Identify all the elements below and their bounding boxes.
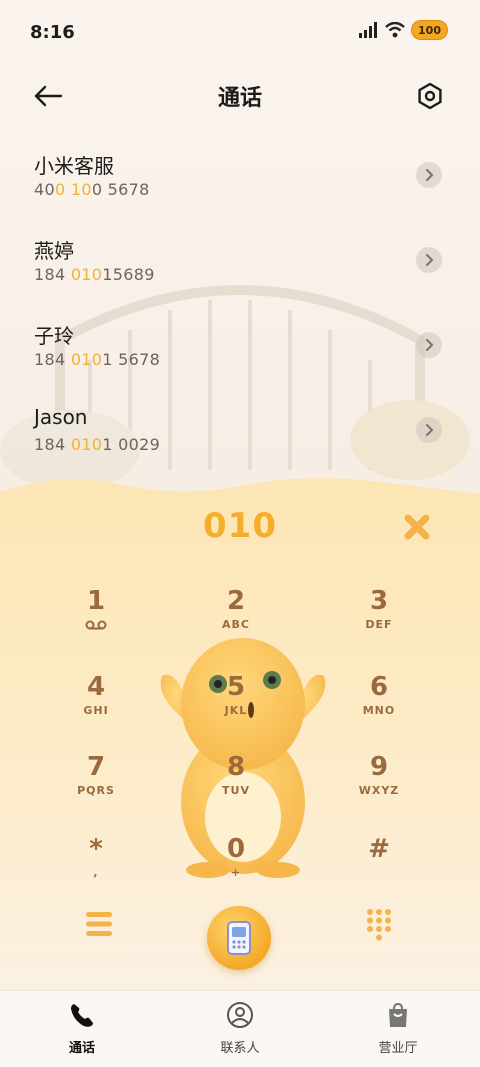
contact-detail-button[interactable] [416,417,442,443]
dial-key-2[interactable]: 2 ABC [176,586,296,656]
contact-number: 184 01015689 [34,265,155,284]
key-letters: ABC [222,618,250,631]
hexagon-settings-icon [418,82,442,110]
contact-name: Jason [34,405,88,429]
menu-lines-button[interactable] [84,910,114,938]
nav-tab-calls[interactable]: 通话 [32,1001,132,1056]
key-digit: 5 [226,672,246,702]
key-digit: 0 [226,834,246,864]
person-icon [227,1002,253,1028]
contact-result-row[interactable]: 子玲 184 0101 5678 [0,310,480,395]
header: 通话 [0,68,480,124]
contact-result-row[interactable]: Jason 184 0101 0029 [0,395,480,480]
bottom-navigation: 通话 联系人 营业厅 [0,990,480,1067]
dial-key-1[interactable]: 1 [36,586,156,656]
contact-result-row[interactable]: 燕婷 184 01015689 [0,225,480,310]
status-icons: 100 [359,20,448,40]
dial-key-star[interactable]: *, [36,834,156,904]
status-time: 8:16 [30,22,75,43]
contact-name: 子玲 [34,324,74,348]
battery-indicator: 100 [411,20,448,40]
signal-icon [359,22,378,38]
contact-name: 小米客服 [34,154,114,178]
contact-detail-button[interactable] [416,162,442,188]
dial-key-8[interactable]: 8 TUV [176,752,296,822]
key-digit: 9 [369,752,389,782]
call-button[interactable] [207,906,271,970]
nav-label: 联系人 [220,1041,260,1056]
key-letters: WXYZ [358,784,400,797]
keypad-dots-button[interactable] [366,908,392,942]
cellphone-icon [227,921,251,955]
bag-icon [389,1002,407,1027]
dial-key-3[interactable]: 3 DEF [319,586,439,656]
chevron-right-icon [426,424,434,436]
key-digit: 1 [86,586,106,616]
key-digit: 4 [86,672,106,702]
dial-key-6[interactable]: 6 MNO [319,672,439,742]
key-letters: , [93,866,99,879]
dialpad-panel: 010 1 2 ABC 3 DEF 4 GHI 5 JKL 6 MNO 7 PQRS 8 TUV 9 WXY [0,470,480,990]
nav-tab-contacts[interactable]: 联系人 [190,1001,290,1056]
key-letters: JKL [224,704,248,717]
key-letters: PQRS [77,784,115,797]
contact-result-row[interactable]: 小米客服 400 100 5678 [0,140,480,225]
dial-key-hash[interactable]: # [319,834,439,904]
dial-key-0[interactable]: 0 + [176,834,296,904]
voicemail-icon [85,620,107,630]
nav-label: 通话 [68,1041,95,1056]
key-letters: MNO [362,704,396,717]
phone-icon [71,1004,93,1027]
dial-key-7[interactable]: 7 PQRS [36,752,156,822]
chevron-right-icon [426,169,434,181]
key-digit: 2 [226,586,246,616]
key-letters: GHI [83,704,109,717]
key-letters: + [230,866,242,879]
chevron-right-icon [426,339,434,351]
key-digit: 7 [86,752,106,782]
page-title: 通话 [217,86,262,111]
wifi-icon [385,22,405,38]
dialer-screen: 8:16 100 通话 小米客服 400 100 5678 燕婷 184 010… [0,0,480,1067]
delete-digit-button[interactable] [402,512,432,542]
key-digit: 3 [369,586,389,616]
nav-label: 营业厅 [378,1041,418,1056]
contact-number: 400 100 5678 [34,180,150,199]
contact-results-list: 小米客服 400 100 5678 燕婷 184 01015689 子玲 184… [0,140,480,480]
contact-name: 燕婷 [34,239,74,263]
contact-detail-button[interactable] [416,247,442,273]
nav-tab-service-hall[interactable]: 营业厅 [348,1001,448,1056]
contact-detail-button[interactable] [416,332,442,358]
key-digit: # [368,834,390,864]
key-digit: 8 [226,752,246,782]
settings-button[interactable] [412,78,448,114]
dial-key-9[interactable]: 9 WXYZ [319,752,439,822]
dial-key-4[interactable]: 4 GHI [36,672,156,742]
key-digit: * [89,834,103,864]
contact-number: 184 0101 0029 [34,435,161,454]
key-letters: TUV [222,784,250,797]
status-bar: 8:16 100 [0,0,480,68]
chevron-right-icon [426,254,434,266]
key-letters: DEF [365,618,393,631]
key-digit: 6 [369,672,389,702]
contact-number: 184 0101 5678 [34,350,161,369]
dial-key-5[interactable]: 5 JKL [176,672,296,742]
